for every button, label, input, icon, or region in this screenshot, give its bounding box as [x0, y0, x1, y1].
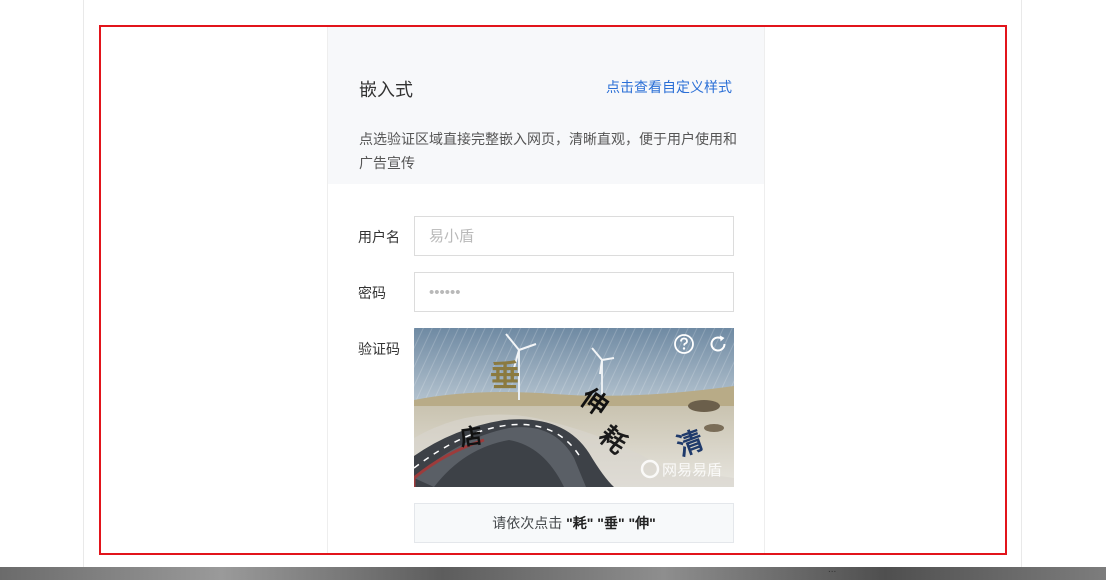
taskbar: [0, 567, 1106, 580]
highlight-frame: [99, 25, 1007, 555]
taskbar-mark: ...: [828, 564, 837, 575]
